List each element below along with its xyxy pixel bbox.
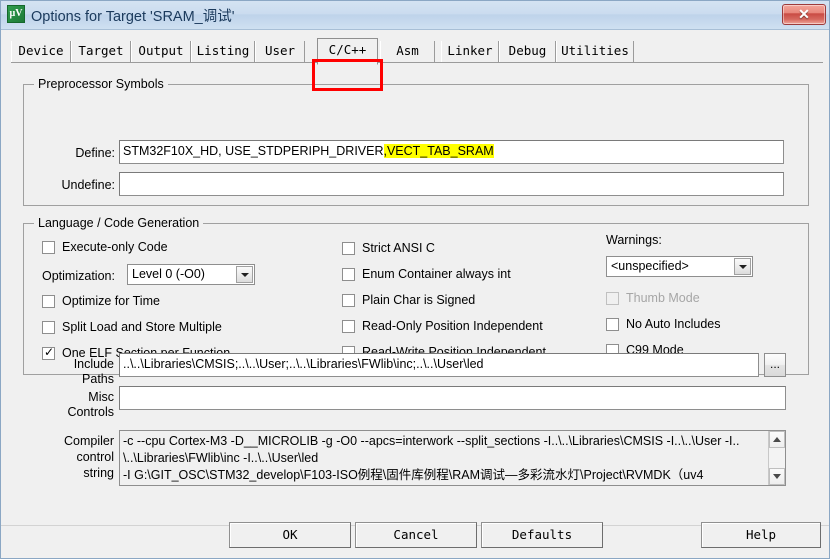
misc-controls-input[interactable] bbox=[119, 386, 786, 410]
checkbox-label: Thumb Mode bbox=[626, 291, 700, 305]
warnings-value: <unspecified> bbox=[611, 259, 689, 273]
tab-target[interactable]: Target bbox=[71, 41, 131, 62]
optimization-value: Level 0 (-O0) bbox=[132, 267, 205, 281]
tab-c-c[interactable]: C/C++ bbox=[317, 38, 378, 65]
tab-listing[interactable]: Listing bbox=[191, 41, 255, 62]
tab-asm[interactable]: Asm bbox=[380, 41, 435, 62]
checkbox-execute-only-code[interactable]: Execute-only Code bbox=[42, 240, 292, 257]
tab-user[interactable]: User bbox=[255, 41, 305, 62]
checkbox-plain-char-is-signed[interactable]: Plain Char is Signed bbox=[342, 293, 602, 310]
warnings-label: Warnings: bbox=[606, 233, 662, 247]
defaults-button[interactable]: Defaults bbox=[481, 522, 603, 548]
checkbox-box bbox=[42, 321, 55, 334]
checkbox-strict-ansi-c[interactable]: Strict ANSI C bbox=[342, 241, 602, 258]
define-input[interactable]: STM32F10X_HD, USE_STDPERIPH_DRIVER,VECT_… bbox=[119, 140, 784, 164]
checkbox-box bbox=[42, 295, 55, 308]
checkbox-read-only-position-independent[interactable]: Read-Only Position Independent bbox=[342, 319, 602, 336]
checkbox-enum-container-always-int[interactable]: Enum Container always int bbox=[342, 267, 602, 284]
checkbox-label: Plain Char is Signed bbox=[362, 293, 476, 307]
compiler-control-string-line: -c --cpu Cortex-M3 -D__MICROLIB -g -O0 -… bbox=[123, 434, 740, 448]
define-value-highlighted: ,VECT_TAB_SRAM bbox=[383, 144, 494, 158]
checkbox-optimize-for-time[interactable]: Optimize for Time bbox=[42, 294, 292, 311]
compiler-control-string-label-line2: control bbox=[76, 450, 114, 464]
define-label: Define: bbox=[75, 146, 115, 160]
checkbox-thumb-mode: Thumb Mode bbox=[606, 291, 806, 308]
compiler-control-string-label-line3: string bbox=[83, 466, 114, 480]
close-icon: ✕ bbox=[798, 6, 810, 22]
scroll-up-icon[interactable] bbox=[769, 431, 785, 448]
tab-strip: Device Target Output Listing User C/C++ Asm Lin… bbox=[11, 38, 823, 65]
optimization-select[interactable]: Level 0 (-O0) bbox=[127, 264, 255, 285]
define-value-plain: STM32F10X_HD, USE_STDPERIPH_DRIVER bbox=[123, 144, 384, 158]
checkbox-box bbox=[42, 241, 55, 254]
scroll-down-icon[interactable] bbox=[769, 468, 785, 485]
window-title: Options for Target 'SRAM_调试' bbox=[31, 9, 235, 25]
chevron-down-icon[interactable] bbox=[236, 266, 253, 283]
checkbox-box bbox=[606, 292, 619, 305]
tab-utilities[interactable]: Utilities bbox=[556, 41, 634, 62]
checkbox-label: Enum Container always int bbox=[362, 267, 511, 281]
preprocessor-symbols-group-label: Preprocessor Symbols bbox=[34, 77, 168, 91]
tab-linker[interactable]: Linker bbox=[441, 41, 499, 62]
include-paths-label-line1: Include bbox=[73, 357, 114, 371]
compiler-control-string-label-line1: Compiler bbox=[63, 434, 114, 448]
tab-device[interactable]: Device bbox=[11, 41, 71, 62]
compiler-control-string-line: -I G:\GIT_OSC\STM32_develop\F103-ISO例程\固… bbox=[123, 468, 704, 482]
compiler-control-string-textarea[interactable]: -c --cpu Cortex-M3 -D__MICROLIB -g -O0 -… bbox=[119, 430, 786, 486]
include-paths-label-line2: Paths bbox=[82, 372, 114, 386]
compiler-control-string-content: -c --cpu Cortex-M3 -D__MICROLIB -g -O0 -… bbox=[123, 433, 763, 484]
misc-controls-label-line1: Misc bbox=[88, 390, 114, 404]
warnings-select[interactable]: <unspecified> bbox=[606, 256, 753, 277]
checkbox-label: Split Load and Store Multiple bbox=[62, 320, 222, 334]
undefine-input[interactable] bbox=[119, 172, 784, 196]
options-dialog-window: µV Options for Target 'SRAM_调试' ✕ Device… bbox=[0, 0, 830, 559]
checkbox-label: No Auto Includes bbox=[626, 317, 721, 331]
include-paths-input[interactable]: ..\..\Libraries\CMSIS;..\..\User;..\..\L… bbox=[119, 353, 759, 377]
checkbox-no-auto-includes[interactable]: No Auto Includes bbox=[606, 317, 806, 334]
compiler-control-string-line: \..\Libraries\FWlib\inc -I..\..\User\led bbox=[123, 451, 319, 465]
keil-uvision-icon: µV bbox=[7, 5, 25, 23]
language-code-generation-group-label: Language / Code Generation bbox=[34, 216, 204, 230]
checkbox-box bbox=[342, 268, 355, 281]
checkbox-box bbox=[606, 318, 619, 331]
tab-output[interactable]: Output bbox=[131, 41, 191, 62]
tab-strip-underline bbox=[11, 62, 823, 63]
checkbox-box bbox=[342, 294, 355, 307]
checkbox-label: Optimize for Time bbox=[62, 294, 160, 308]
checkbox-split-load-and-store-multiple[interactable]: Split Load and Store Multiple bbox=[42, 320, 292, 337]
compiler-control-string-scrollbar[interactable] bbox=[768, 431, 785, 485]
title-bar: µV Options for Target 'SRAM_调试' ✕ bbox=[1, 1, 829, 30]
undefine-label: Undefine: bbox=[61, 178, 115, 192]
checkbox-box bbox=[342, 320, 355, 333]
checkbox-label: Strict ANSI C bbox=[362, 241, 435, 255]
help-button[interactable]: Help bbox=[701, 522, 821, 548]
tab-debug[interactable]: Debug bbox=[499, 41, 556, 62]
include-paths-browse-button[interactable]: ... bbox=[764, 353, 786, 377]
chevron-down-icon[interactable] bbox=[734, 258, 751, 275]
checkbox-label: Execute-only Code bbox=[62, 240, 168, 254]
checkbox-label: Read-Only Position Independent bbox=[362, 319, 543, 333]
close-button[interactable]: ✕ bbox=[782, 4, 826, 25]
checkbox-box bbox=[342, 242, 355, 255]
cancel-button[interactable]: Cancel bbox=[355, 522, 477, 548]
dialog-client-area: Device Target Output Listing User C/C++ Asm Lin… bbox=[1, 30, 829, 558]
optimization-label: Optimization: bbox=[42, 269, 115, 283]
misc-controls-label-line2: Controls bbox=[67, 405, 114, 419]
ok-button[interactable]: OK bbox=[229, 522, 351, 548]
